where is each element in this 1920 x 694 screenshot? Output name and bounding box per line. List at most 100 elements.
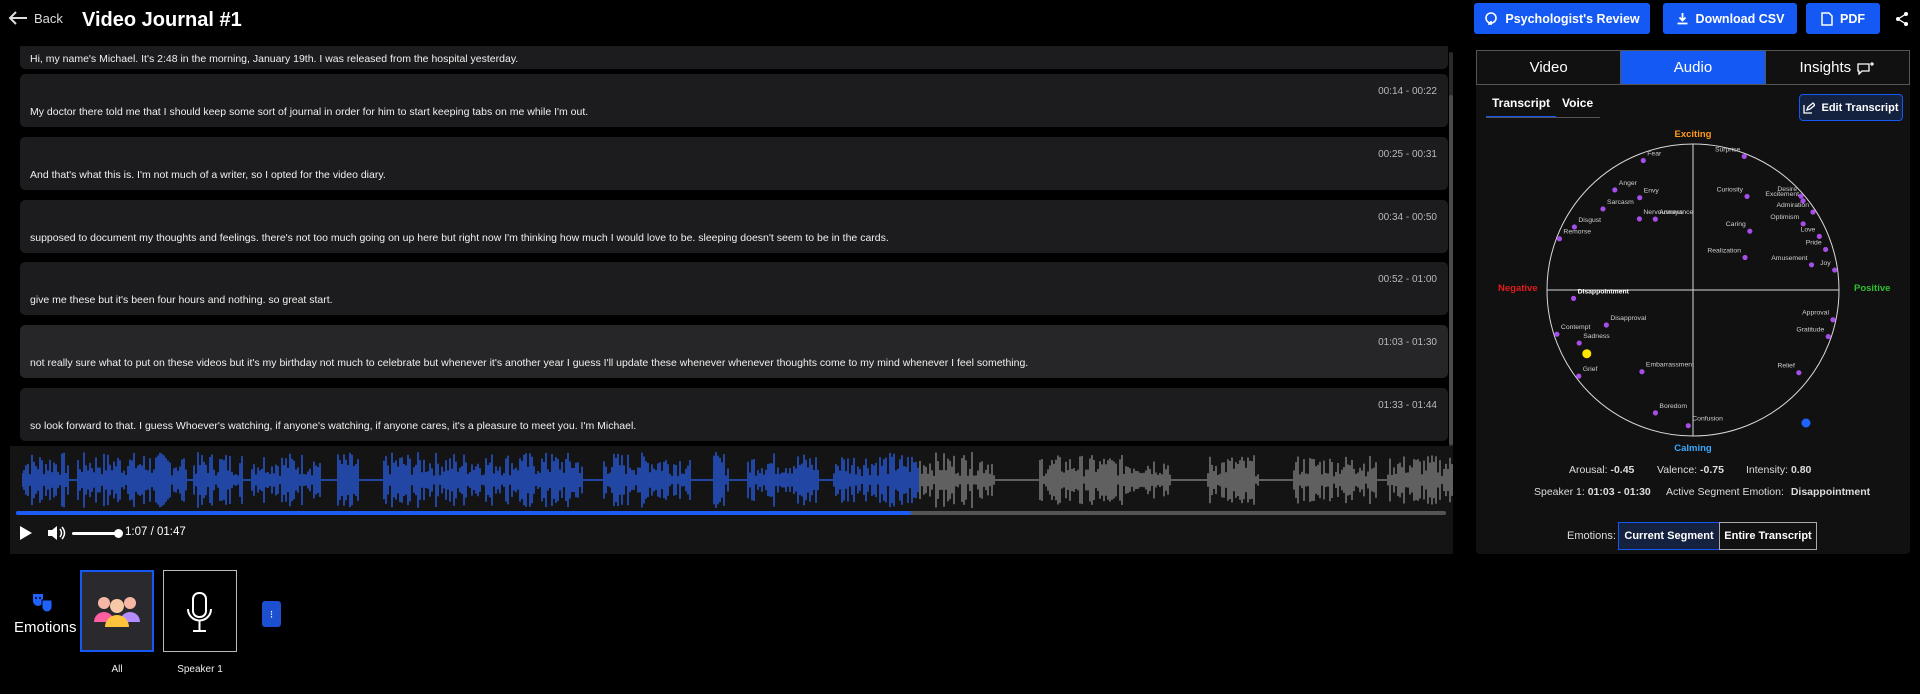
emotion-point[interactable] [1825, 333, 1831, 340]
emotion-point[interactable] [1556, 236, 1563, 242]
active-emotion-marker [1582, 349, 1592, 359]
subtab-divider [1486, 117, 1600, 118]
emotion-point[interactable] [1576, 373, 1582, 379]
emotion-point[interactable] [1742, 254, 1748, 261]
emotion-point[interactable] [1639, 369, 1645, 375]
active-segment-label: Active Segment Emotion: [1666, 486, 1784, 498]
emotion-point[interactable] [1744, 193, 1750, 200]
download-icon [1677, 13, 1688, 25]
segment-text: give me these but it's been four hours a… [30, 294, 333, 306]
segment-text: Hi, my name's Michael. It's 2:48 in the … [30, 53, 519, 65]
transcript-segment[interactable]: 01:33 - 01:44 so look forward to that. I… [20, 388, 1448, 441]
tab-audio[interactable]: Audio [1621, 51, 1766, 84]
transcript-segment[interactable]: 00:34 - 00:50 supposed to document my th… [20, 200, 1448, 253]
segment-time: 00:52 - 01:00 [1378, 274, 1437, 285]
progress-bar[interactable] [16, 511, 1446, 515]
emotion-point[interactable] [1603, 322, 1609, 328]
active-segment-value: Disappointment [1790, 486, 1871, 498]
emotion-label: Optimism [1770, 214, 1799, 221]
top-bar: Back Video Journal #1 Psychologist's Rev… [0, 0, 1920, 46]
volume-slider[interactable] [72, 532, 118, 535]
emotion-point[interactable] [1796, 370, 1802, 376]
emotion-point[interactable] [1637, 195, 1643, 201]
segment-text: not really sure what to put on these vid… [30, 357, 1029, 369]
entire-transcript-button[interactable]: Entire Transcript [1719, 522, 1817, 550]
pdf-icon [1821, 11, 1833, 26]
emotion-point[interactable] [1810, 209, 1816, 215]
emotion-point[interactable] [1636, 216, 1643, 222]
emotion-label: Disapproval [1610, 315, 1646, 322]
emotion-label: Relief [1777, 363, 1794, 370]
subtab-transcript[interactable]: Transcript [1486, 96, 1557, 118]
emotion-point[interactable] [1652, 410, 1659, 416]
axis-label-positive: Positive [1854, 283, 1890, 294]
sparkle-chat-icon [1857, 61, 1875, 75]
emotion-point[interactable] [1830, 317, 1836, 323]
emotion-label: Disgust [1578, 217, 1601, 224]
emotion-point[interactable] [1808, 262, 1815, 268]
emotion-label: Fear [1647, 151, 1662, 158]
emotion-point[interactable] [1576, 340, 1582, 346]
transcript-segment[interactable]: 00:25 - 00:31 And that's what this is. I… [20, 137, 1448, 190]
transcript-segment[interactable]: 00:52 - 01:00 give me these but it's bee… [20, 262, 1448, 315]
emotion-point[interactable] [1816, 233, 1822, 239]
pdf-button[interactable]: PDF [1806, 3, 1880, 34]
emotion-label: Disappointment [1578, 288, 1630, 295]
valence-stat: Valence: -0.75 [1657, 464, 1724, 476]
tab-insights[interactable]: Insights [1766, 51, 1909, 84]
emotion-point[interactable] [1600, 206, 1606, 212]
group-icon [94, 597, 140, 627]
emotion-point[interactable] [1798, 193, 1804, 199]
emotion-point[interactable] [1554, 331, 1560, 337]
transcript-segment[interactable]: 00:14 - 00:22 My doctor there told me th… [20, 74, 1448, 127]
play-icon[interactable] [16, 524, 34, 542]
emotion-label: Curiosity [1717, 186, 1744, 193]
transcript-segment-active[interactable]: 01:03 - 01:30 not really sure what to pu… [20, 325, 1448, 378]
arousal-stat: Arousal: -0.45 [1569, 464, 1634, 476]
emotions-toggle[interactable]: Emotions [14, 592, 77, 636]
transcript-list[interactable]: Hi, my name's Michael. It's 2:48 in the … [10, 46, 1450, 444]
speaker-thumb-all[interactable] [80, 570, 154, 652]
transcript-segment[interactable]: Hi, my name's Michael. It's 2:48 in the … [20, 46, 1448, 69]
download-csv-label: Download CSV [1695, 11, 1785, 26]
emotion-point[interactable] [1823, 246, 1829, 253]
page-title: Video Journal #1 [82, 9, 242, 31]
emotion-point[interactable] [1652, 216, 1658, 222]
intensity-value: 0.80 [1790, 464, 1812, 476]
segment-time: 01:03 - 01:30 [1378, 337, 1437, 348]
speaker-label: Speaker 1: [1534, 486, 1585, 498]
time-readout: 1:07 / 01:47 [125, 526, 186, 538]
subtab-voice[interactable]: Voice [1556, 96, 1599, 118]
emotions-label: Emotions [14, 619, 77, 636]
speaker-thumb-speaker1[interactable] [163, 570, 237, 652]
tab-insights-label: Insights [1799, 59, 1852, 76]
waveform[interactable] [22, 450, 1454, 510]
current-segment-button[interactable]: Current Segment [1618, 522, 1720, 550]
psychologist-review-button[interactable]: Psychologist's Review [1474, 3, 1650, 34]
back-button[interactable]: Back [8, 10, 63, 26]
download-csv-button[interactable]: Download CSV [1663, 3, 1797, 34]
axis-label-calming: Calming [1674, 443, 1712, 454]
volume-icon[interactable] [46, 524, 66, 542]
emotion-point[interactable] [1747, 228, 1753, 234]
tab-video[interactable]: Video [1477, 51, 1622, 84]
valence-value: -0.75 [1700, 464, 1724, 476]
info-icon[interactable] [1801, 418, 1811, 428]
emotion-point[interactable] [1570, 295, 1577, 301]
emotion-label: Embarrassment [1646, 362, 1694, 369]
share-icon[interactable] [1894, 11, 1910, 27]
volume-knob[interactable] [114, 529, 123, 538]
emotion-label: Boredom [1659, 403, 1687, 410]
more-button[interactable]: ⁝ [262, 601, 281, 627]
microphone-icon [187, 592, 212, 632]
emotion-point[interactable] [1640, 157, 1646, 164]
transcript-scroll-thumb[interactable] [1449, 95, 1453, 445]
emotion-label: Approval [1802, 310, 1829, 317]
emotion-point[interactable] [1685, 423, 1691, 429]
edit-transcript-button[interactable]: Edit Transcript [1799, 94, 1903, 121]
emotion-point[interactable] [1741, 153, 1747, 160]
emotion-point[interactable] [1832, 267, 1838, 273]
audio-subtabs: Transcript Voice [1486, 96, 1599, 118]
emotion-point[interactable] [1612, 187, 1618, 193]
progress-fill [16, 511, 912, 515]
